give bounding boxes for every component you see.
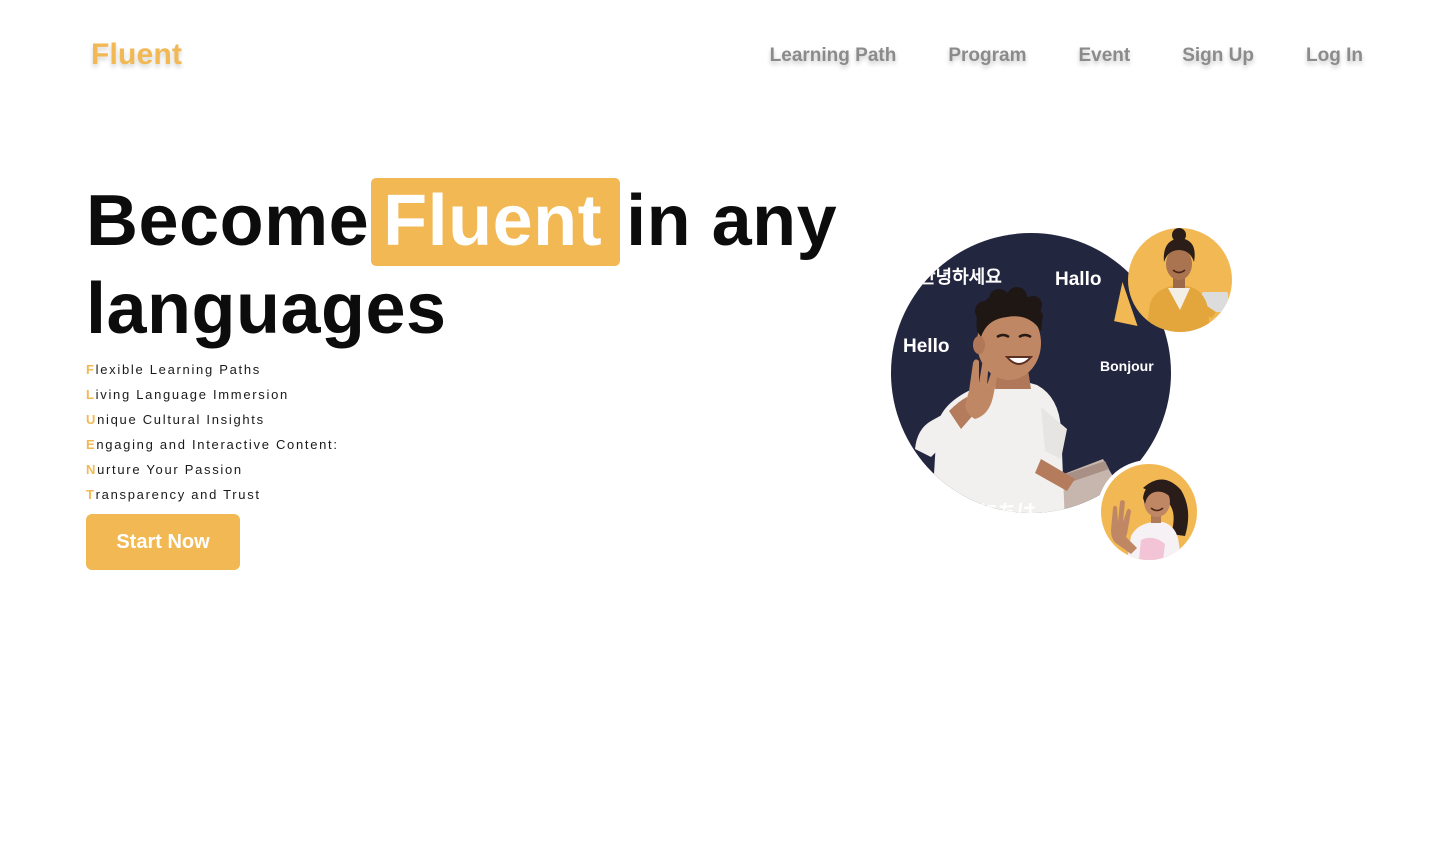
waving-girl-illustration xyxy=(1111,479,1189,560)
feature-initial: L xyxy=(86,387,96,402)
feature-initial: T xyxy=(86,487,96,502)
feature-initial: N xyxy=(86,462,98,477)
hero-illustration: 안녕하세요 Hallo Hello Bonjour こんにちは xyxy=(880,220,1250,570)
hero-title: Become Fluent in any languages xyxy=(86,178,837,352)
hero-title-line-1: Become Fluent in any xyxy=(86,178,837,266)
logo[interactable]: Fluent xyxy=(91,38,182,72)
start-now-button[interactable]: Start Now xyxy=(86,514,240,570)
girl-photo-bubble xyxy=(1101,464,1197,560)
feature-item: Unique Cultural Insights xyxy=(86,410,339,435)
woman-at-laptop-illustration xyxy=(1146,228,1228,332)
nav-learning-path[interactable]: Learning Path xyxy=(770,45,897,67)
feature-item: Living Language Immersion xyxy=(86,385,339,410)
greeting-japanese: こんにちは xyxy=(941,502,1037,513)
title-before: Become xyxy=(86,181,370,261)
feature-text: lexible Learning Paths xyxy=(95,362,261,377)
title-highlight: Fluent xyxy=(371,178,621,266)
feature-text: nique Cultural Insights xyxy=(97,412,265,427)
greeting-korean: 안녕하세요 xyxy=(919,267,1002,287)
feature-initial: E xyxy=(86,437,97,452)
nav-event[interactable]: Event xyxy=(1078,45,1130,67)
feature-item: Nurture Your Passion xyxy=(86,460,339,485)
feature-list: Flexible Learning Paths Living Language … xyxy=(86,360,339,510)
nav-sign-up[interactable]: Sign Up xyxy=(1182,45,1254,67)
woman-photo-bubble xyxy=(1128,228,1232,332)
feature-initial: F xyxy=(86,362,96,377)
feature-item: Transparency and Trust xyxy=(86,485,339,510)
greeting-german: Hallo xyxy=(1055,269,1102,290)
greeting-french: Bonjour xyxy=(1100,358,1154,374)
landing-page: Fluent Learning Path Program Event Sign … xyxy=(0,0,1439,847)
feature-text: urture Your Passion xyxy=(97,462,243,477)
feature-text: ngaging and Interactive Content: xyxy=(96,437,339,452)
feature-text: iving Language Immersion xyxy=(95,387,289,402)
feature-text: ransparency and Trust xyxy=(95,487,261,502)
feature-item: Flexible Learning Paths xyxy=(86,360,339,385)
title-line-2: languages xyxy=(86,269,447,349)
title-after: in any xyxy=(626,181,838,261)
nav-program[interactable]: Program xyxy=(948,45,1026,67)
greeting-english: Hello xyxy=(903,336,950,357)
feature-item: Engaging and Interactive Content: xyxy=(86,435,339,460)
main-nav: Learning Path Program Event Sign Up Log … xyxy=(770,45,1363,67)
feature-initial: U xyxy=(86,412,98,427)
nav-log-in[interactable]: Log In xyxy=(1306,45,1363,67)
